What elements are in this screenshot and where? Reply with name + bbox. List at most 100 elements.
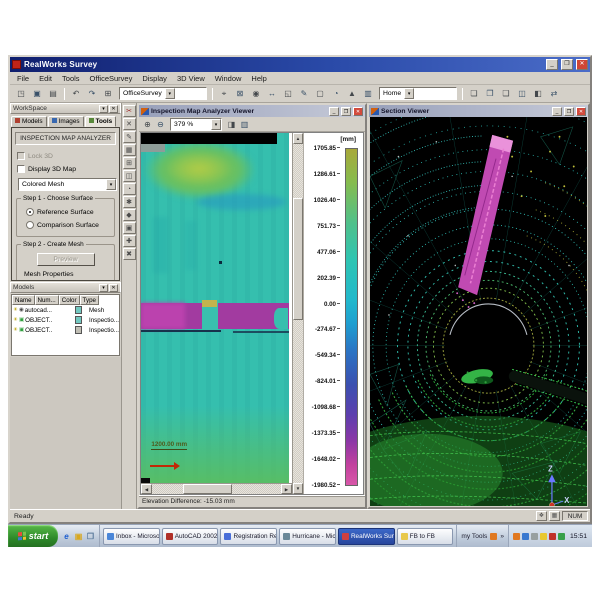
chevron-down-icon[interactable]: ▾ bbox=[106, 179, 116, 190]
tray-icon[interactable] bbox=[540, 533, 547, 540]
section-3d-view[interactable]: Z X Y bbox=[370, 117, 587, 506]
toolbar-icon[interactable]: ◧ bbox=[530, 87, 546, 101]
zoom-icon[interactable]: ⊕ bbox=[141, 118, 154, 130]
toolbar-icon[interactable]: ▲ bbox=[344, 87, 360, 101]
tool-icon[interactable]: ▣ bbox=[123, 222, 136, 234]
tool-icon[interactable]: ▦ bbox=[123, 144, 136, 156]
table-row[interactable]: ☀ ▣ OBJECT... Inspectio... bbox=[12, 315, 119, 325]
column-header[interactable]: Name bbox=[12, 295, 35, 305]
visibility-bulb-icon[interactable]: ☀ bbox=[13, 317, 18, 323]
close-button[interactable]: ✕ bbox=[353, 107, 363, 116]
toolbar-icon[interactable]: ↷ bbox=[84, 87, 100, 101]
close-button[interactable]: ✕ bbox=[576, 59, 588, 70]
toolbar-icon[interactable]: ⊞ bbox=[100, 87, 116, 101]
zoom-level-combobox[interactable]: 379 % ▾ bbox=[170, 118, 222, 131]
toolbar-icon[interactable]: ⇄ bbox=[546, 87, 562, 101]
maximize-button[interactable]: ❐ bbox=[341, 107, 351, 116]
app-titlebar[interactable]: RealWorks Survey _ ❐ ✕ bbox=[10, 57, 590, 72]
menu-item[interactable]: Edit bbox=[34, 73, 57, 84]
scroll-down-icon[interactable]: ▼ bbox=[293, 483, 303, 494]
chevron-down-icon[interactable]: ▾ bbox=[404, 88, 414, 99]
scroll-right-icon[interactable]: ▶ bbox=[281, 484, 292, 494]
panel-close-button[interactable]: ✕ bbox=[109, 284, 118, 292]
toolbar-icon[interactable]: ◳ bbox=[13, 87, 29, 101]
task-button[interactable]: Registration Rep... bbox=[220, 528, 277, 545]
inspection-viewer-titlebar[interactable]: Inspection Map Analyzer Viewer _ ❐ ✕ bbox=[139, 105, 365, 117]
table-row[interactable]: ☀ ▣ OBJECT... Inspectio... bbox=[12, 325, 119, 335]
tool-icon[interactable]: ◫ bbox=[123, 170, 136, 182]
workspace-tab[interactable]: Tools bbox=[85, 116, 117, 127]
display-option-icon[interactable]: ▥ bbox=[238, 118, 251, 130]
toolbar-icon[interactable]: ▥ bbox=[360, 87, 376, 101]
panel-close-button[interactable]: ✕ bbox=[109, 105, 118, 113]
toolbar-icon[interactable]: ↶ bbox=[68, 87, 84, 101]
scroll-left-icon[interactable]: ◀ bbox=[141, 484, 152, 494]
overflow-chevron-icon[interactable]: » bbox=[500, 533, 504, 540]
tray-icon[interactable] bbox=[531, 533, 538, 540]
toolbar-icon[interactable]: ⌖ bbox=[216, 87, 232, 101]
minimize-button[interactable]: _ bbox=[546, 59, 558, 70]
scroll-up-icon[interactable]: ▲ bbox=[293, 133, 303, 144]
menu-item[interactable]: 3D View bbox=[172, 73, 210, 84]
display-3d-map-checkbox[interactable] bbox=[17, 165, 25, 173]
status-icon[interactable]: ❖ bbox=[536, 511, 547, 521]
comparison-surface-radio[interactable] bbox=[26, 221, 34, 229]
tool-icon[interactable]: ✂ bbox=[123, 105, 136, 117]
status-icon[interactable]: ▦ bbox=[549, 511, 560, 521]
my-tools-toolbar[interactable]: my Tools » bbox=[456, 525, 508, 547]
column-header[interactable]: Color bbox=[59, 295, 80, 305]
tool-icon[interactable]: ✎ bbox=[123, 131, 136, 143]
menu-item[interactable]: Tools bbox=[57, 73, 85, 84]
chevron-down-icon[interactable]: ▾ bbox=[211, 119, 221, 130]
tray-icon[interactable] bbox=[558, 533, 565, 540]
maximize-button[interactable]: ❐ bbox=[564, 107, 574, 116]
minimize-button[interactable]: _ bbox=[329, 107, 339, 116]
start-button[interactable]: start bbox=[8, 525, 58, 547]
close-button[interactable]: ✕ bbox=[576, 107, 586, 116]
home-combobox[interactable]: Home ▾ bbox=[379, 87, 457, 100]
scroll-track[interactable] bbox=[293, 144, 303, 483]
toolbar-icon[interactable]: ◔ bbox=[328, 87, 344, 101]
column-header[interactable]: Num... bbox=[35, 295, 59, 305]
tool-icon[interactable]: ✖ bbox=[123, 248, 136, 260]
lock-3d-checkbox[interactable] bbox=[17, 152, 25, 160]
task-button[interactable]: Inbox - Microsof... bbox=[103, 528, 160, 545]
visibility-bulb-icon[interactable]: ☀ bbox=[13, 307, 18, 313]
workspace-tab[interactable]: Models bbox=[11, 116, 47, 127]
tool-icon[interactable]: ✱ bbox=[123, 196, 136, 208]
maximize-button[interactable]: ❐ bbox=[561, 59, 573, 70]
workspace-tab[interactable]: Images bbox=[48, 116, 84, 127]
menu-item[interactable]: Window bbox=[210, 73, 247, 84]
section-viewer-titlebar[interactable]: Section Viewer _ ❐ ✕ bbox=[369, 105, 588, 117]
minimize-button[interactable]: _ bbox=[552, 107, 562, 116]
menu-item[interactable]: File bbox=[12, 73, 34, 84]
scroll-thumb[interactable] bbox=[293, 198, 303, 320]
table-row[interactable]: ☀ ◉ autocad... Mesh bbox=[12, 305, 119, 315]
toolbar-icon[interactable]: ▤ bbox=[45, 87, 61, 101]
visibility-bulb-icon[interactable]: ☀ bbox=[13, 327, 18, 333]
officesurvey-combobox[interactable]: OfficeSurvey ▾ bbox=[119, 87, 207, 100]
tool-icon[interactable]: ◔ bbox=[123, 183, 136, 195]
menu-item[interactable]: Help bbox=[246, 73, 271, 84]
models-panel-titlebar[interactable]: Models ▾ ✕ bbox=[10, 282, 121, 293]
toolbar-icon[interactable]: ❐ bbox=[482, 87, 498, 101]
task-button[interactable]: AutoCAD 2002 bbox=[162, 528, 219, 545]
tool-icon[interactable]: ✕ bbox=[123, 118, 136, 130]
workspace-panel-titlebar[interactable]: WorkSpace ▾ ✕ bbox=[10, 103, 121, 114]
toolbar-icon[interactable]: ◱ bbox=[280, 87, 296, 101]
toolbar-icon[interactable]: ⊠ bbox=[232, 87, 248, 101]
chevron-down-icon[interactable]: ▾ bbox=[165, 88, 175, 99]
task-button[interactable]: RealWorks Surv... bbox=[338, 528, 395, 545]
tray-icon[interactable] bbox=[549, 533, 556, 540]
tool-icon[interactable]: ⊞ bbox=[123, 157, 136, 169]
quick-launch-icon[interactable]: ❐ bbox=[86, 532, 95, 541]
toolbar-icon[interactable]: ↔ bbox=[264, 87, 280, 101]
tray-icon[interactable] bbox=[522, 533, 529, 540]
mesh-type-select[interactable]: Colored Mesh ▾ bbox=[18, 178, 117, 191]
toolbar-icon[interactable]: ▣ bbox=[29, 87, 45, 101]
reference-surface-radio[interactable] bbox=[26, 208, 34, 216]
zoom-icon[interactable]: ⊖ bbox=[154, 118, 167, 130]
display-option-icon[interactable]: ◨ bbox=[225, 118, 238, 130]
inspection-map-canvas[interactable]: 1200.00 mm bbox=[141, 133, 292, 483]
toolbar-icon[interactable]: ▢ bbox=[312, 87, 328, 101]
